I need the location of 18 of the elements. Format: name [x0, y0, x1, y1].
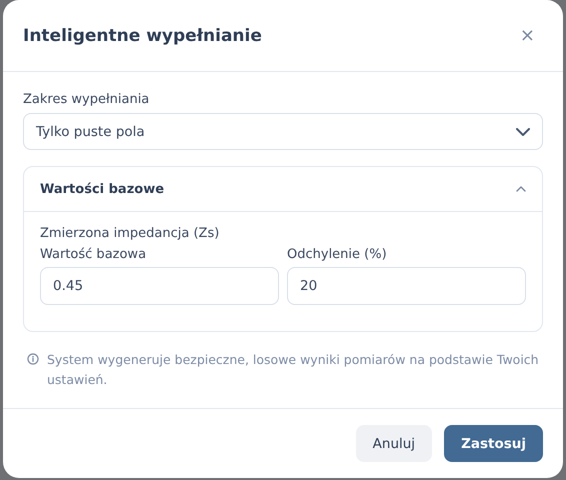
- info-icon: [27, 353, 39, 365]
- field-label: Zakres wypełniania: [23, 92, 150, 107]
- dropdown-value: Tylko puste pola: [36, 124, 145, 140]
- section-title: Wartości bazowe: [40, 182, 164, 196]
- field-label: Wartość bazowa: [40, 247, 148, 262]
- input-field[interactable]: 0.45: [40, 267, 279, 305]
- chevron-down-icon: [516, 128, 530, 136]
- close-button[interactable]: ×: [516, 25, 539, 46]
- chevron-up-icon: [516, 186, 526, 192]
- info-text: System wygeneruje bezpieczne, losowe wyniki pomiarów na podstawie Twoich ustawień.: [47, 351, 540, 389]
- range-dropdown[interactable]: Tylko puste pola: [23, 113, 543, 150]
- field-label: Odchylenie (%): [287, 247, 388, 262]
- input-field[interactable]: 20: [287, 267, 526, 305]
- dialog-title: Inteligentne wypełnianie: [23, 26, 262, 46]
- section-header[interactable]: Wartości bazowe: [24, 167, 542, 212]
- apply-button[interactable]: Zastosuj: [444, 425, 543, 462]
- group-label: Zmierzona impedancja (Zs): [40, 226, 220, 241]
- cancel-button[interactable]: Anuluj: [356, 425, 432, 462]
